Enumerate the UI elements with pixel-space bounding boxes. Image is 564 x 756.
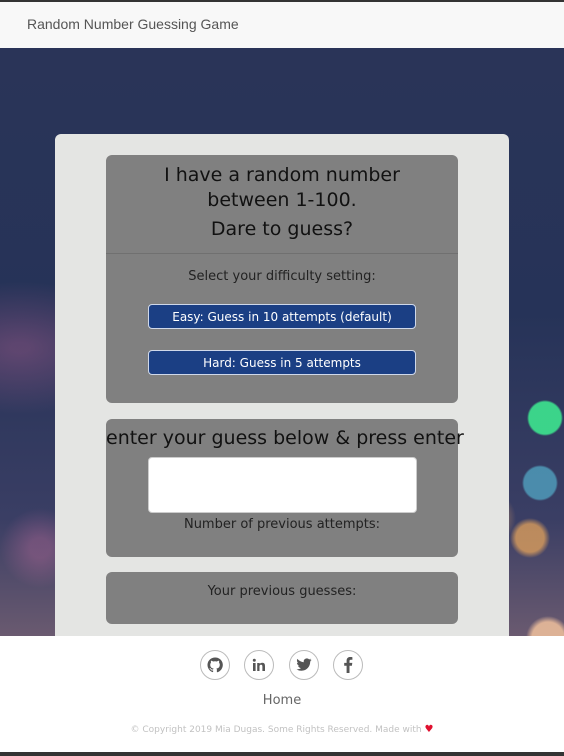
footer: Home © Copyright 2019 Mia Dugas. Some Ri… <box>0 636 564 752</box>
game-card: I have a random number between 1-100. Da… <box>55 134 509 636</box>
guess-input[interactable] <box>148 457 417 513</box>
intro-line-1: I have a random number <box>164 164 400 186</box>
divider <box>106 253 458 254</box>
heart-icon: ♥ <box>424 724 434 735</box>
copyright-label: © Copyright 2019 Mia Dugas. Some Rights … <box>130 725 422 735</box>
guess-panel: enter your guess below & press enter Num… <box>106 419 464 557</box>
easy-mode-button[interactable]: Easy: Guess in 10 attempts (default) <box>148 304 416 329</box>
navbar-brand[interactable]: Random Number Guessing Game <box>27 16 239 32</box>
intro-panel: I have a random number between 1-100. Da… <box>106 155 458 403</box>
hard-mode-button[interactable]: Hard: Guess in 5 attempts <box>148 350 416 375</box>
navbar: Random Number Guessing Game <box>0 0 564 48</box>
guess-prompt: enter your guess below & press enter <box>106 427 464 449</box>
twitter-icon[interactable] <box>289 650 319 680</box>
hero-background: I have a random number between 1-100. Da… <box>0 48 564 636</box>
intro-heading: I have a random number between 1-100. Da… <box>106 155 458 242</box>
intro-line-2: between 1-100. <box>207 189 357 211</box>
previous-guesses-panel: Your previous guesses: <box>106 572 458 624</box>
difficulty-label: Select your difficulty setting: <box>188 269 376 284</box>
copyright-text: © Copyright 2019 Mia Dugas. Some Rights … <box>0 724 564 735</box>
facebook-icon[interactable] <box>333 650 363 680</box>
home-link[interactable]: Home <box>0 693 564 708</box>
bottom-bar <box>0 752 564 756</box>
linkedin-icon[interactable] <box>244 650 274 680</box>
previous-guesses-label: Your previous guesses: <box>207 584 357 599</box>
intro-line-3: Dare to guess? <box>210 218 354 240</box>
attempts-label: Number of previous attempts: <box>183 517 381 532</box>
github-icon[interactable] <box>200 650 230 680</box>
